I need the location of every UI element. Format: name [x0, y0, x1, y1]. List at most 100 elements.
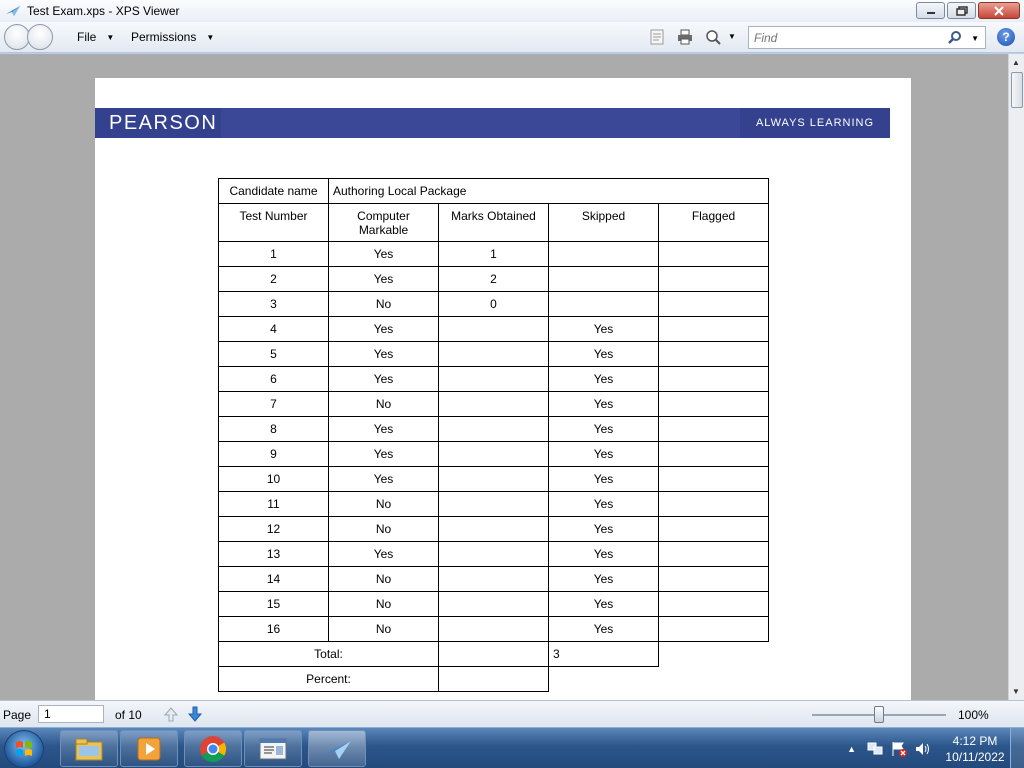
- table-row: 2 Yes 2: [218, 266, 769, 292]
- zoom-icon[interactable]: [705, 29, 721, 45]
- document-viewer: PEARSON ALWAYS LEARNING Candidate name A…: [0, 54, 1008, 700]
- percent-label: Percent:: [218, 666, 439, 692]
- cell-marks-obtained: [438, 491, 549, 517]
- taskbar-chrome[interactable]: [184, 730, 242, 767]
- clock-date: 10/11/2022: [945, 749, 1005, 764]
- table-row: 14 No Yes: [218, 566, 769, 592]
- cell-skipped: [548, 291, 659, 317]
- percent-row: Percent:: [218, 666, 769, 692]
- permissions-menu[interactable]: Permissions ▼: [131, 30, 214, 44]
- next-page-icon[interactable]: [187, 706, 203, 722]
- total-label: Total:: [218, 641, 439, 667]
- cell-marks-obtained: 0: [438, 291, 549, 317]
- page-count: of 10: [115, 708, 142, 722]
- cell-computer-markable: Yes: [328, 441, 439, 467]
- zoom-level: 100%: [958, 708, 989, 722]
- header-flagged: Flagged: [658, 203, 769, 242]
- network-icon[interactable]: [866, 741, 884, 757]
- table-row: 11 No Yes: [218, 491, 769, 517]
- scroll-up-icon[interactable]: ▲: [1012, 58, 1020, 67]
- cell-computer-markable: Yes: [328, 241, 439, 267]
- cell-computer-markable: Yes: [328, 416, 439, 442]
- show-hidden-icons-icon[interactable]: ▲: [847, 744, 856, 754]
- minimize-button[interactable]: [916, 2, 945, 19]
- cell-skipped: Yes: [548, 441, 659, 467]
- print-icon[interactable]: [677, 29, 693, 45]
- clock-time: 4:12 PM: [952, 733, 998, 748]
- total-skipped: 3: [548, 641, 659, 667]
- header-marks-obtained: Marks Obtained: [438, 203, 549, 242]
- cell-flagged: [658, 366, 769, 392]
- scroll-down-icon[interactable]: ▼: [1012, 687, 1020, 696]
- cell-computer-markable: Yes: [328, 266, 439, 292]
- table-row: 12 No Yes: [218, 516, 769, 542]
- start-button[interactable]: [4, 730, 44, 768]
- table-row: 3 No 0: [218, 291, 769, 317]
- page-number-input[interactable]: [38, 705, 104, 723]
- xps-viewer-icon: [323, 740, 351, 759]
- cell-test-number: 14: [218, 566, 329, 592]
- find-input[interactable]: [754, 30, 944, 45]
- restore-icon: [955, 5, 968, 16]
- pearson-banner: PEARSON ALWAYS LEARNING: [95, 108, 890, 138]
- cell-flagged: [658, 466, 769, 492]
- help-button[interactable]: ?: [997, 28, 1015, 46]
- taskbar-document-app[interactable]: [244, 730, 302, 767]
- total-empty: [659, 642, 769, 667]
- outline-icon[interactable]: [649, 29, 665, 45]
- cell-flagged: [658, 266, 769, 292]
- action-center-icon[interactable]: [890, 741, 908, 757]
- cell-marks-obtained: [438, 391, 549, 417]
- chevron-down-icon: ▼: [106, 32, 115, 42]
- previous-page-icon[interactable]: [163, 706, 179, 722]
- cell-test-number: 11: [218, 491, 329, 517]
- header-skipped: Skipped: [548, 203, 659, 242]
- taskbar-media-player[interactable]: [120, 730, 178, 767]
- cell-computer-markable: No: [328, 491, 439, 517]
- search-icon[interactable]: [947, 30, 963, 46]
- volume-icon[interactable]: [914, 741, 932, 757]
- folder-icon: [75, 738, 103, 760]
- cell-computer-markable: No: [328, 616, 439, 642]
- banner-tagline: ALWAYS LEARNING: [740, 108, 890, 138]
- maximize-button[interactable]: [947, 2, 976, 19]
- cell-skipped: Yes: [548, 391, 659, 417]
- cell-marks-obtained: 1: [438, 241, 549, 267]
- file-menu[interactable]: File ▼: [77, 30, 114, 44]
- scrollbar-thumb[interactable]: [1011, 72, 1023, 108]
- cell-flagged: [658, 241, 769, 267]
- taskbar-xps-viewer[interactable]: [308, 730, 366, 767]
- close-icon: [994, 5, 1004, 16]
- show-desktop-button[interactable]: [1010, 728, 1024, 768]
- cell-marks-obtained: [438, 616, 549, 642]
- zoom-slider-thumb[interactable]: [874, 706, 884, 723]
- forward-button[interactable]: [27, 24, 53, 50]
- windows-start-icon: [16, 741, 32, 756]
- vertical-scrollbar[interactable]: ▲ ▼: [1008, 54, 1024, 700]
- cell-skipped: Yes: [548, 416, 659, 442]
- cell-skipped: [548, 241, 659, 267]
- cell-flagged: [658, 616, 769, 642]
- clock[interactable]: 4:12 PM 10/11/2022: [940, 733, 1010, 765]
- exam-results-table: Candidate name Authoring Local Package T…: [218, 178, 769, 692]
- chevron-down-icon[interactable]: ▼: [728, 32, 744, 48]
- cell-test-number: 8: [218, 416, 329, 442]
- total-row: Total: 3: [218, 641, 769, 667]
- title-bar: Test Exam.xps - XPS Viewer: [0, 0, 1024, 22]
- header-computer-markable: Computer Markable: [328, 203, 439, 242]
- cell-computer-markable: Yes: [328, 466, 439, 492]
- chevron-down-icon[interactable]: ▼: [971, 34, 979, 43]
- cell-computer-markable: No: [328, 291, 439, 317]
- candidate-label: Candidate name: [218, 178, 329, 204]
- cell-computer-markable: Yes: [328, 316, 439, 342]
- cell-marks-obtained: 2: [438, 266, 549, 292]
- close-button[interactable]: [978, 2, 1020, 19]
- taskbar-explorer[interactable]: [60, 730, 118, 767]
- table-row: 1 Yes 1: [218, 241, 769, 267]
- percent-empty: [659, 667, 769, 692]
- cell-marks-obtained: [438, 566, 549, 592]
- table-row: 8 Yes Yes: [218, 416, 769, 442]
- table-row: 6 Yes Yes: [218, 366, 769, 392]
- cell-skipped: Yes: [548, 566, 659, 592]
- cell-test-number: 5: [218, 341, 329, 367]
